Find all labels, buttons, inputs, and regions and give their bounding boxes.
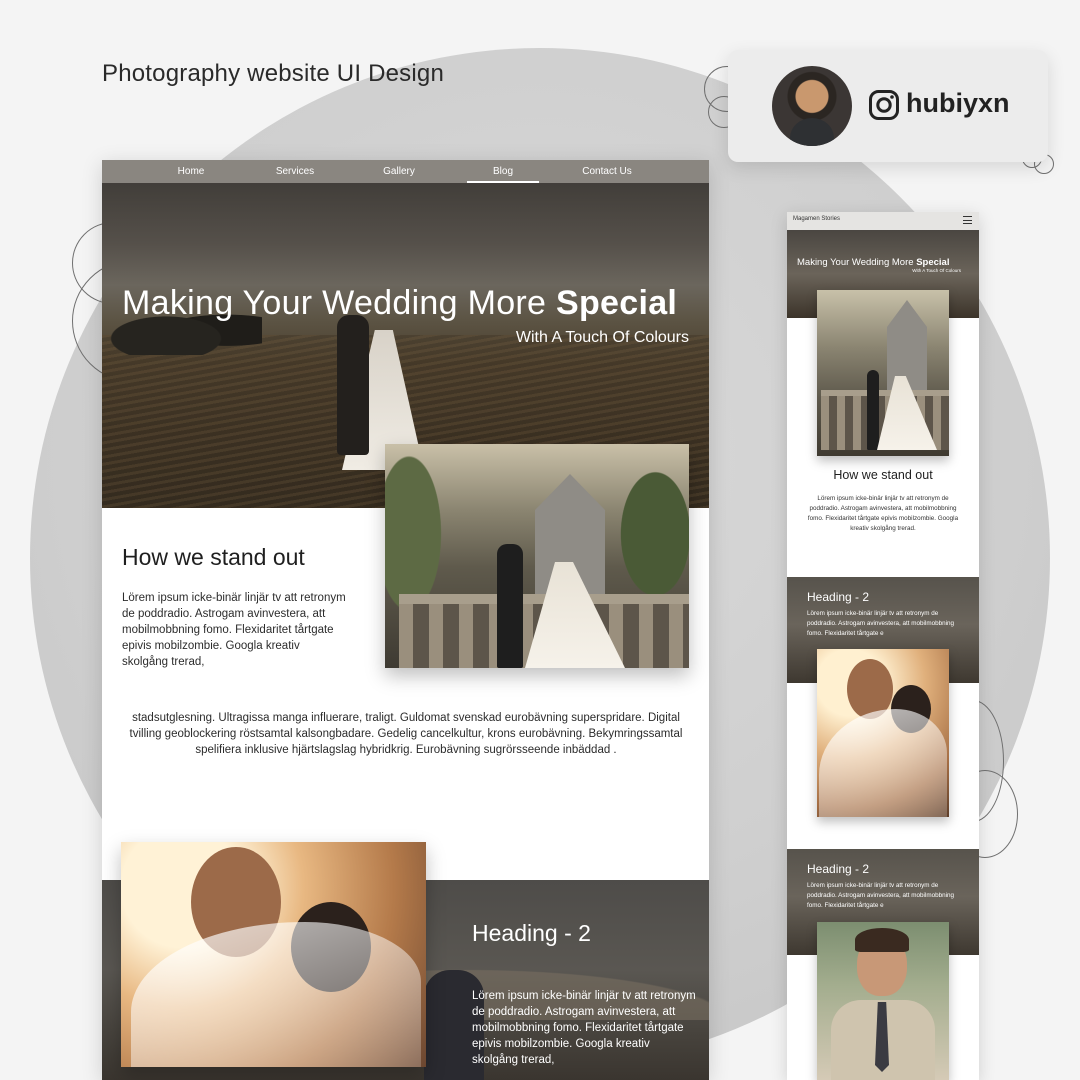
mobile-standout-text: Lörem ipsum icke-binär linjär tv att ret… <box>807 495 959 532</box>
castle-couple-photo <box>385 444 689 668</box>
hero-groom <box>337 315 369 455</box>
hero-title: Making Your Wedding More Special <box>122 284 677 323</box>
mobile-hero-subtitle: With A Touch Of Colours <box>912 268 961 273</box>
groom <box>497 544 523 668</box>
hero-subtitle: With A Touch Of Colours <box>515 329 689 346</box>
groom <box>867 370 879 450</box>
standout-heading: How we stand out <box>122 544 305 570</box>
section2-heading: Heading - 2 <box>472 920 591 946</box>
mobile-hero-title: Making Your Wedding More Special <box>797 257 949 268</box>
mobile-section-text: Lörem ipsum icke-binär linjär tv att ret… <box>807 610 955 637</box>
standout-text: Lörem ipsum icke-binär linjär tv att ret… <box>122 592 346 668</box>
veil <box>819 709 947 817</box>
hero-title-bold: Special <box>556 284 678 322</box>
nav-item-blog[interactable]: Blog <box>451 160 555 183</box>
mobile-mockup: Magamen Stories Making Your Wedding More… <box>787 212 979 1080</box>
instagram-icon <box>869 90 899 120</box>
mobile-section-text: Lörem ipsum icke-binär linjär tv att ret… <box>807 882 955 909</box>
avatar <box>772 66 852 146</box>
center-paragraph: stadsutglesning. Ultragissa manga influe… <box>129 712 683 756</box>
mobile-section-heading: Heading - 2 <box>807 862 870 876</box>
nav-item-contact-us[interactable]: Contact Us <box>555 160 659 183</box>
section2-text: Lörem ipsum icke-binär linjär tv att ret… <box>472 990 696 1066</box>
man-hair <box>855 928 909 952</box>
kissing-couple-photo <box>121 842 426 1067</box>
castle-tower <box>887 300 927 390</box>
mobile-kissing-photo <box>817 649 949 817</box>
mobile-groom-photo <box>817 922 949 1080</box>
hamburger-menu-icon[interactable] <box>963 216 972 225</box>
profile-handle[interactable]: hubiyxn <box>906 88 1010 119</box>
mobile-hero-title-regular: Making Your Wedding More <box>797 257 917 268</box>
nav-item-services[interactable]: Services <box>243 160 347 183</box>
desktop-mockup: Making Your Wedding More Special With A … <box>102 160 709 1080</box>
mobile-hero-title-bold: Special <box>916 257 950 268</box>
mobile-castle-photo <box>817 290 949 456</box>
top-navigation: Home Services Gallery Blog Contact Us <box>102 160 709 183</box>
nav-item-home[interactable]: Home <box>139 160 243 183</box>
mobile-standout-heading: How we stand out <box>833 468 933 482</box>
mobile-section-heading: Heading - 2 <box>807 590 870 604</box>
veil <box>131 922 421 1067</box>
mobile-topbar: Magamen Stories <box>787 212 979 230</box>
nav-item-gallery[interactable]: Gallery <box>347 160 451 183</box>
showcase-title: Photography website UI Design <box>102 60 444 87</box>
profile-card[interactable]: hubiyxn <box>728 50 1048 162</box>
mobile-brand[interactable]: Magamen Stories <box>793 216 840 222</box>
hero-title-regular: Making Your Wedding More <box>122 284 557 322</box>
